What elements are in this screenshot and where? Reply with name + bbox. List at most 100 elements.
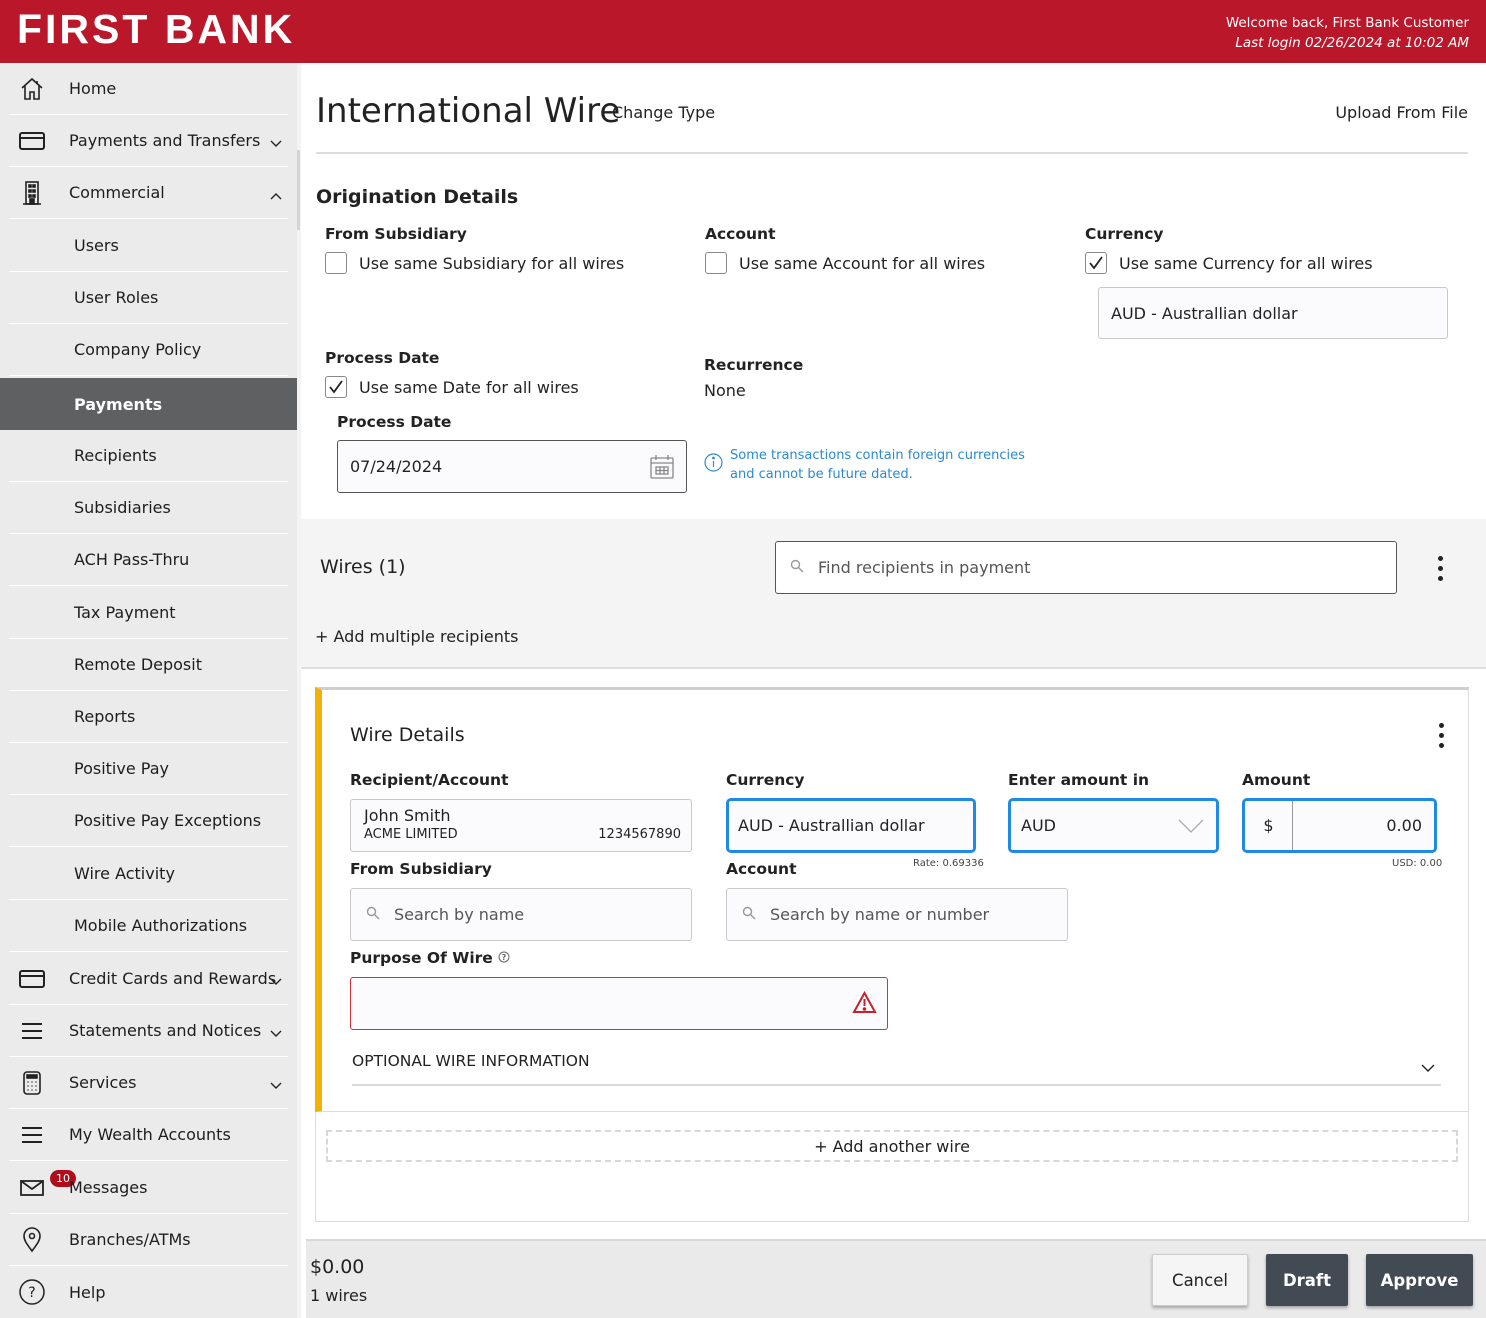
chevron-down-icon: [1421, 1058, 1435, 1077]
checkbox-box[interactable]: [325, 376, 347, 398]
help-icon[interactable]: ?: [498, 949, 510, 967]
add-wire-area: + Add another wire: [315, 1112, 1469, 1222]
calendar-icon[interactable]: [649, 454, 675, 484]
checkbox-box[interactable]: [325, 252, 347, 274]
amount-value[interactable]: 0.00: [1293, 816, 1434, 835]
search-icon: [742, 905, 756, 924]
sidebar-item-payments[interactable]: Payments: [0, 378, 297, 430]
wires-more-menu[interactable]: [1438, 556, 1444, 581]
sidebar-item-label: Wire Activity: [74, 864, 175, 883]
recipient-name: John Smith: [364, 806, 451, 825]
chevron-up-icon[interactable]: [270, 185, 282, 204]
sidebar-item-reports[interactable]: Reports: [9, 691, 288, 743]
sidebar-item-label: Reports: [74, 707, 136, 726]
sidebar-item-label: Statements and Notices: [69, 1021, 262, 1040]
same-currency-checkbox[interactable]: Use same Currency for all wires: [1085, 252, 1373, 274]
account-placeholder: Search by name or number: [770, 905, 990, 924]
currency-label: Currency: [1085, 225, 1164, 243]
account-search-input[interactable]: Search by name or number: [726, 888, 1068, 941]
location-pin-icon: [9, 1225, 55, 1255]
wire-more-menu[interactable]: [1439, 723, 1445, 748]
sidebar-item-label: Commercial: [69, 183, 165, 202]
sidebar: Home Payments and Transfers Commercial U…: [0, 63, 297, 1318]
checkbox-box[interactable]: [1085, 252, 1107, 274]
optional-wire-info-toggle[interactable]: OPTIONAL WIRE INFORMATION: [352, 1051, 1441, 1086]
card-icon: [9, 126, 55, 156]
add-another-wire-button[interactable]: + Add another wire: [326, 1130, 1458, 1162]
draft-button[interactable]: Draft: [1266, 1254, 1348, 1306]
enter-amount-in-select[interactable]: AUD: [1008, 798, 1219, 853]
purpose-of-wire-input[interactable]: [350, 977, 888, 1030]
wire-currency-value: AUD - Australlian dollar: [738, 816, 925, 835]
origination-currency-field[interactable]: AUD - Australlian dollar: [1098, 287, 1448, 339]
chevron-down-icon[interactable]: [270, 1023, 282, 1042]
sidebar-item-user-roles[interactable]: User Roles: [9, 272, 288, 324]
sidebar-item-statements[interactable]: Statements and Notices: [9, 1005, 288, 1057]
bank-logo[interactable]: FIRST BANK: [17, 6, 295, 53]
wire-count: 1 wires: [310, 1286, 368, 1305]
sidebar-item-remote-deposit[interactable]: Remote Deposit: [9, 639, 288, 691]
exchange-rate: Rate: 0.69336: [913, 858, 984, 869]
add-another-wire-label: + Add another wire: [814, 1136, 970, 1156]
from-subsidiary-label: From Subsidiary: [325, 225, 467, 243]
amount-field[interactable]: $ 0.00: [1242, 798, 1437, 853]
sidebar-item-ach-pass-thru[interactable]: ACH Pass-Thru: [9, 534, 288, 586]
wire-currency-field[interactable]: AUD - Australlian dollar: [726, 798, 976, 853]
search-icon: [366, 905, 380, 924]
sidebar-item-branches[interactable]: Branches/ATMs: [9, 1214, 288, 1266]
sidebar-item-wire-activity[interactable]: Wire Activity: [9, 848, 288, 900]
sidebar-item-mobile-authorizations[interactable]: Mobile Authorizations: [9, 900, 288, 952]
sidebar-item-subsidiaries[interactable]: Subsidiaries: [9, 482, 288, 534]
foreign-currency-notice: Some transactions contain foreign curren…: [704, 446, 1025, 484]
same-subsidiary-checkbox[interactable]: Use same Subsidiary for all wires: [325, 252, 624, 274]
find-recipients-placeholder: Find recipients in payment: [818, 558, 1031, 577]
sidebar-item-commercial[interactable]: Commercial: [9, 167, 288, 219]
chevron-down-icon[interactable]: [270, 133, 282, 152]
sidebar-item-recipients[interactable]: Recipients: [9, 430, 288, 482]
sidebar-item-services[interactable]: Services: [9, 1057, 288, 1109]
chevron-down-icon: [1178, 818, 1204, 837]
checkbox-box[interactable]: [705, 252, 727, 274]
sidebar-item-label: Mobile Authorizations: [74, 916, 248, 935]
sidebar-item-help[interactable]: ? Help: [9, 1266, 288, 1318]
same-account-checkbox[interactable]: Use same Account for all wires: [705, 252, 985, 274]
change-type-link[interactable]: Change Type: [612, 103, 715, 122]
checkmark-icon: [329, 380, 343, 394]
sidebar-item-messages[interactable]: 10 Messages: [9, 1162, 288, 1214]
sidebar-item-wealth-accounts[interactable]: My Wealth Accounts: [9, 1109, 288, 1161]
same-date-checkbox[interactable]: Use same Date for all wires: [325, 376, 579, 398]
chevron-down-icon[interactable]: [270, 1075, 282, 1094]
sidebar-item-credit-cards[interactable]: Credit Cards and Rewards: [9, 953, 288, 1005]
chevron-down-icon[interactable]: [270, 971, 282, 990]
sidebar-item-users[interactable]: Users: [9, 220, 288, 272]
purpose-of-wire-label-row: Purpose Of Wire ?: [350, 949, 510, 967]
subsidiary-search-input[interactable]: Search by name: [350, 888, 692, 941]
optional-wire-info-label: OPTIONAL WIRE INFORMATION: [352, 1052, 590, 1070]
find-recipients-input[interactable]: Find recipients in payment: [775, 541, 1397, 594]
sidebar-item-label: Help: [69, 1282, 106, 1302]
sidebar-item-home[interactable]: Home: [9, 63, 288, 115]
sidebar-item-tax-payment[interactable]: Tax Payment: [9, 587, 288, 639]
add-multiple-recipients-link[interactable]: + Add multiple recipients: [315, 627, 518, 646]
sidebar-item-positive-pay-exceptions[interactable]: Positive Pay Exceptions: [9, 795, 288, 847]
footer-bar: $0.00 1 wires Cancel Draft Approve: [306, 1239, 1486, 1318]
sidebar-item-payments-transfers[interactable]: Payments and Transfers: [9, 115, 288, 167]
sidebar-item-label: Positive Pay: [74, 759, 169, 778]
checkmark-icon: [1089, 256, 1103, 270]
sidebar-item-positive-pay[interactable]: Positive Pay: [9, 743, 288, 795]
welcome-text: Welcome back, First Bank Customer: [1225, 15, 1469, 31]
cancel-button[interactable]: Cancel: [1152, 1254, 1248, 1306]
approve-button[interactable]: Approve: [1366, 1254, 1473, 1306]
sidebar-item-company-policy[interactable]: Company Policy: [9, 324, 288, 376]
sidebar-item-label: Credit Cards and Rewards: [69, 969, 277, 988]
sidebar-scroll-thumb[interactable]: [297, 150, 300, 230]
recipient-account-field[interactable]: John Smith ACME LIMITED 1234567890: [350, 799, 692, 852]
enter-amount-in-label: Enter amount in: [1008, 771, 1150, 789]
wire-subsidiary-label: From Subsidiary: [350, 860, 492, 878]
info-text-line2: and cannot be future dated.: [730, 467, 913, 482]
process-date-input[interactable]: 07/24/2024: [337, 440, 687, 493]
wires-title: Wires (1): [320, 556, 406, 578]
building-icon: [9, 178, 55, 208]
sidebar-item-label: My Wealth Accounts: [69, 1125, 231, 1144]
upload-from-file-link[interactable]: Upload From File: [1335, 103, 1468, 122]
